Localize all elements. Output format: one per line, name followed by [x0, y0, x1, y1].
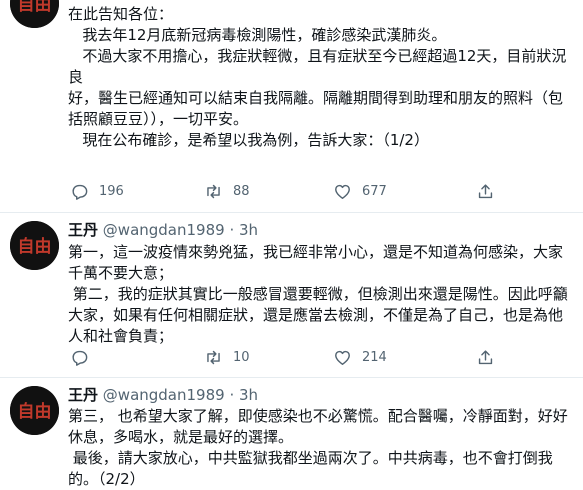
author-name[interactable]: 王丹	[68, 386, 98, 404]
tweet-line: 第二，我的症狀其實比一般感冒還要輕微，但檢測出來還是陽性。因此呼籲	[68, 285, 568, 303]
tweet-line: 的。（2/2）	[68, 470, 145, 488]
reply-button[interactable]	[70, 348, 99, 367]
reply-count: 196	[99, 184, 124, 199]
tweet-header: 王丹 @wangdan1989 · 3h	[68, 386, 258, 404]
avatar[interactable]: 自由	[10, 0, 59, 28]
tweet-2[interactable]: 自由 王丹 @wangdan1989 · 3h 第一，這一波疫情來勢兇猛，我已經…	[0, 213, 583, 376]
like-icon	[335, 184, 350, 199]
author-handle-time[interactable]: @wangdan1989 · 3h	[103, 386, 258, 404]
share-icon	[478, 184, 493, 199]
svg-text:自由: 自由	[18, 236, 52, 257]
svg-text:自由: 自由	[18, 0, 52, 15]
tweet-text: 在此告知各位： 我去年12月底新冠病毒檢測陽性，確診感染武漢肺炎。 不過大家不用…	[68, 4, 573, 151]
tweet-text: 第一，這一波疫情來勢兇猛，我已經非常小心，還是不知道為何感染，大家 千萬不要大意…	[68, 242, 573, 347]
tweet-line: 最後，請大家放心，中共監獄我都坐過兩次了。中共病毒，也不會打倒我	[68, 449, 553, 467]
share-button[interactable]	[476, 348, 495, 367]
share-button[interactable]	[476, 182, 495, 201]
tweet-line: 第三， 也希望大家了解，即使感染也不必驚慌。配合醫囑，冷靜面對，好好	[68, 407, 568, 425]
avatar-logo-icon: 自由	[10, 221, 59, 270]
retweet-icon	[207, 184, 220, 199]
like-count: 677	[362, 184, 387, 199]
reply-button[interactable]: 196	[70, 182, 124, 201]
like-button[interactable]: 214	[333, 348, 387, 367]
tweet-line: 休息，多喝水，就是最好的選擇。	[68, 428, 294, 446]
tweet-line: 人和社會負責；	[68, 327, 174, 345]
avatar-logo-icon: 自由	[10, 0, 59, 28]
avatar-logo-icon: 自由	[10, 386, 59, 435]
reply-icon	[72, 184, 88, 200]
author-name[interactable]: 王丹	[68, 221, 98, 239]
tweet-actions: 10 214	[70, 348, 500, 368]
tweet-actions: 196 88 677	[70, 182, 500, 202]
tweet-line: 不過大家不用擔心，我症狀輕微，且有症狀至今已經超過12天，目前狀況良	[68, 47, 567, 86]
retweet-button[interactable]: 10	[204, 348, 250, 367]
tweet-line: 第一，這一波疫情來勢兇猛，我已經非常小心，還是不知道為何感染，大家	[68, 243, 564, 261]
like-icon	[335, 350, 350, 365]
avatar[interactable]: 自由	[10, 386, 59, 435]
tweet-1[interactable]: 自由 在此告知各位： 我去年12月底新冠病毒檢測陽性，確診感染武漢肺炎。 不過大…	[0, 0, 583, 212]
retweet-count: 88	[233, 184, 250, 199]
like-button[interactable]: 677	[333, 182, 387, 201]
tweet-header: 王丹 @wangdan1989 · 3h	[68, 221, 258, 239]
retweet-count: 10	[233, 350, 250, 365]
tweet-3[interactable]: 自由 王丹 @wangdan1989 · 3h 第三， 也希望大家了解，即使感染…	[0, 378, 583, 488]
tweet-line: 現在公布確診，是希望以我為例，告訴大家：（1/2）	[68, 131, 429, 149]
tweet-line: 千萬不要大意；	[68, 264, 174, 282]
tweet-text: 第三， 也希望大家了解，即使感染也不必驚慌。配合醫囑，冷靜面對，好好 休息，多喝…	[68, 406, 573, 490]
retweet-button[interactable]: 88	[204, 182, 250, 201]
tweet-line: 在此告知各位：	[68, 5, 174, 23]
tweet-line: 我去年12月底新冠病毒檢測陽性，確診感染武漢肺炎。	[68, 26, 447, 44]
share-icon	[478, 350, 493, 365]
tweet-line: 括照顧豆豆）），一切平安。	[68, 110, 249, 128]
svg-text:自由: 自由	[18, 401, 52, 422]
tweet-line: 好，醫生已經通知可以結束自我隔離。隔離期間得到助理和朋友的照料（包	[68, 89, 564, 107]
reply-icon	[72, 350, 88, 366]
avatar[interactable]: 自由	[10, 221, 59, 270]
retweet-icon	[207, 350, 220, 365]
tweet-line: 大家，如果有任何相關症狀，還是應當去檢測，不僅是為了自己，也是為他	[68, 306, 564, 324]
like-count: 214	[362, 350, 387, 365]
author-handle-time[interactable]: @wangdan1989 · 3h	[103, 221, 258, 239]
